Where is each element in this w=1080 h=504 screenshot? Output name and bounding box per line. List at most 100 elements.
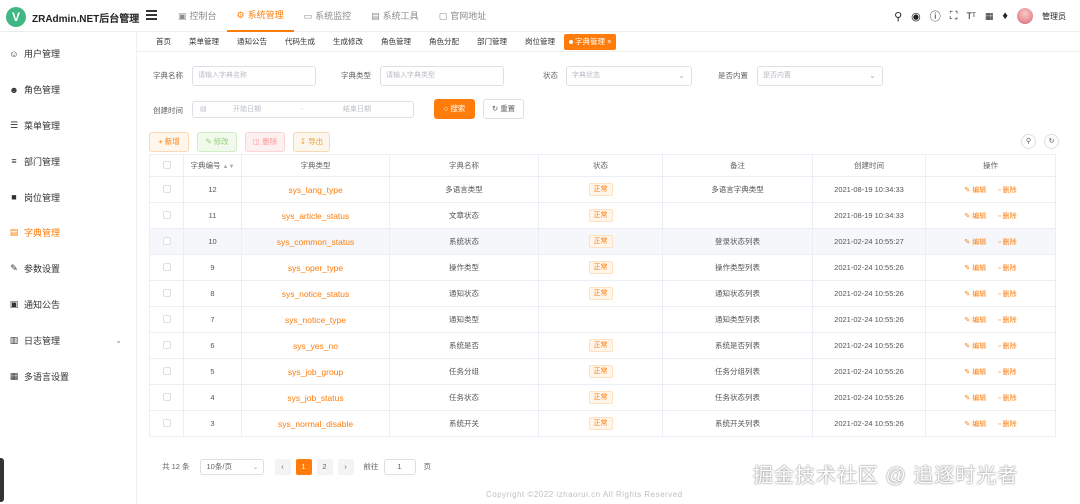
row-edit-button[interactable]: ✎ 编辑: [964, 239, 986, 246]
builtin-select[interactable]: 是否内置 ⌄: [757, 66, 883, 86]
sidebar-item-0[interactable]: ☺ 用户管理: [0, 36, 136, 72]
search-button[interactable]: ○ 搜索: [434, 99, 475, 119]
toggle-search-button[interactable]: ⚲: [1021, 134, 1036, 149]
github-icon[interactable]: ◉: [911, 10, 921, 23]
sidebar-item-6[interactable]: ✎ 参数设置: [0, 251, 136, 287]
help-icon[interactable]: ⓘ: [930, 8, 941, 24]
row-delete-button[interactable]: ▫ 删除: [998, 213, 1016, 220]
top-nav-item-2[interactable]: ▭ 系统监控: [294, 0, 362, 32]
table-row[interactable]: 9 sys_oper_type 操作类型 正常 操作类型列表 2021-02-24 10:…: [149, 254, 1056, 281]
top-nav-item-3[interactable]: ▤ 系统工具: [361, 0, 429, 32]
row-checkbox[interactable]: [149, 202, 184, 229]
row-checkbox[interactable]: [149, 228, 184, 255]
table-row[interactable]: 6 sys_yes_no 系统是否 正常 系统是否列表 2021-02-24 10:55:…: [149, 332, 1056, 359]
cell-type-link[interactable]: sys_yes_no: [241, 332, 390, 359]
sidebar-item-8[interactable]: ▥ 日志管理 ⌄: [0, 322, 136, 358]
cell-type-link[interactable]: sys_article_status: [241, 202, 390, 229]
row-delete-button[interactable]: ▫ 删除: [998, 187, 1016, 194]
sidebar-item-4[interactable]: ■ 岗位管理: [0, 179, 136, 215]
page-size-select[interactable]: 10条/页 ⌄: [199, 458, 264, 475]
end-date-input[interactable]: 结束日期: [343, 102, 371, 117]
cell-type-link[interactable]: sys_job_status: [241, 384, 390, 411]
tag-0[interactable]: 首页: [147, 34, 180, 50]
table-row[interactable]: 3 sys_normal_disable 系统开关 正常 系统开关列表 2021-02-2…: [149, 410, 1056, 437]
table-row[interactable]: 7 sys_notice_type 通知类型 通知类型列表 2021-02-24 10:…: [149, 306, 1056, 333]
sidebar-item-1[interactable]: ☻ 角色管理: [0, 72, 136, 108]
row-edit-button[interactable]: ✎ 编辑: [964, 421, 986, 428]
sidebar-item-5[interactable]: ▤ 字典管理: [0, 215, 136, 251]
page-1-button[interactable]: 1: [295, 458, 312, 475]
sidebar-item-3[interactable]: ≡ 部门管理: [0, 143, 136, 179]
add-button[interactable]: + 新增: [149, 132, 189, 152]
tag-3[interactable]: 代码生成: [276, 34, 324, 50]
start-date-input[interactable]: 开始日期: [233, 102, 261, 117]
delete-button[interactable]: ◫ 删除: [245, 132, 285, 152]
translate-icon[interactable]: ▦: [985, 11, 994, 22]
next-page-button[interactable]: ›: [337, 458, 354, 475]
dict-type-link[interactable]: sys_lang_type: [288, 185, 342, 195]
tag-6[interactable]: 角色分配: [420, 34, 468, 50]
row-edit-button[interactable]: ✎ 编辑: [964, 187, 986, 194]
edit-button[interactable]: ✎ 修改: [197, 132, 237, 152]
bell-icon[interactable]: ♦: [1002, 10, 1008, 22]
sort-icon[interactable]: ▲▼: [223, 164, 235, 170]
dict-type-link[interactable]: sys_job_status: [287, 393, 343, 403]
dict-type-link[interactable]: sys_article_status: [282, 211, 350, 221]
col-dict-id[interactable]: 字典编号 ▲▼: [183, 154, 242, 177]
dict-type-input[interactable]: 请输入字典类型: [380, 66, 504, 86]
row-edit-button[interactable]: ✎ 编辑: [964, 265, 986, 272]
refresh-button[interactable]: ↻: [1044, 134, 1059, 149]
table-row[interactable]: 8 sys_notice_status 通知状态 正常 通知状态列表 2021-02-24…: [149, 280, 1056, 307]
cell-type-link[interactable]: sys_oper_type: [241, 254, 390, 281]
prev-page-button[interactable]: ‹: [274, 458, 291, 475]
date-range-picker[interactable]: ▤ 开始日期 - 结束日期: [192, 101, 414, 118]
goto-page-input[interactable]: 1: [383, 458, 416, 475]
top-nav-item-4[interactable]: ▢ 官网地址: [429, 0, 497, 32]
sidebar-item-2[interactable]: ☰ 菜单管理: [0, 108, 136, 144]
cell-type-link[interactable]: sys_notice_type: [241, 306, 390, 333]
row-edit-button[interactable]: ✎ 编辑: [964, 395, 986, 402]
row-edit-button[interactable]: ✎ 编辑: [964, 343, 986, 350]
tag-1[interactable]: 菜单管理: [180, 34, 228, 50]
dict-type-link[interactable]: sys_notice_type: [285, 315, 346, 325]
row-checkbox[interactable]: [149, 280, 184, 307]
cell-type-link[interactable]: sys_lang_type: [241, 176, 390, 203]
export-button[interactable]: ↧ 导出: [293, 132, 330, 152]
table-row[interactable]: 10 sys_common_status 系统状态 正常 登录状态列表 2021-02-2…: [149, 228, 1056, 255]
page-2-button[interactable]: 2: [316, 458, 333, 475]
side-handle[interactable]: [0, 458, 4, 502]
row-checkbox[interactable]: [149, 358, 184, 385]
app-logo[interactable]: V: [6, 7, 26, 27]
table-row[interactable]: 4 sys_job_status 任务状态 正常 任务状态列表 2021-02-24 10…: [149, 384, 1056, 411]
cell-type-link[interactable]: sys_notice_status: [241, 280, 390, 307]
close-icon[interactable]: ×: [605, 37, 611, 46]
dict-type-link[interactable]: sys_yes_no: [293, 341, 338, 351]
user-name[interactable]: 管理员: [1042, 11, 1066, 22]
sidebar-item-7[interactable]: ▣ 通知公告: [0, 287, 136, 323]
row-checkbox[interactable]: [149, 176, 184, 203]
row-edit-button[interactable]: ✎ 编辑: [964, 213, 986, 220]
cell-type-link[interactable]: sys_common_status: [241, 228, 390, 255]
tag-2[interactable]: 通知公告: [228, 34, 276, 50]
avatar[interactable]: [1017, 8, 1033, 24]
row-delete-button[interactable]: ▫ 删除: [998, 421, 1016, 428]
row-edit-button[interactable]: ✎ 编辑: [964, 369, 986, 376]
row-checkbox[interactable]: [149, 410, 184, 437]
table-row[interactable]: 12 sys_lang_type 多语言类型 正常 多语言字典类型 2021-08-19 …: [149, 176, 1056, 203]
dict-type-link[interactable]: sys_notice_status: [282, 289, 350, 299]
tag-8[interactable]: 岗位管理: [516, 34, 564, 50]
table-row[interactable]: 11 sys_article_status 文章状态 正常 2021-08-19 10:…: [149, 202, 1056, 229]
row-edit-button[interactable]: ✎ 编辑: [964, 291, 986, 298]
dict-type-link[interactable]: sys_oper_type: [288, 263, 343, 273]
tag-7[interactable]: 部门管理: [468, 34, 516, 50]
search-icon[interactable]: ⚲: [894, 10, 902, 23]
cell-type-link[interactable]: sys_normal_disable: [241, 410, 390, 437]
sidebar-item-9[interactable]: ▦ 多语言设置: [0, 358, 136, 394]
row-checkbox[interactable]: [149, 384, 184, 411]
dict-name-input[interactable]: 请输入字典名称: [192, 66, 316, 86]
row-edit-button[interactable]: ✎ 编辑: [964, 317, 986, 324]
dict-type-link[interactable]: sys_job_group: [288, 367, 343, 377]
top-nav-item-1[interactable]: ⚙ 系统管理: [226, 0, 294, 32]
reset-button[interactable]: ↻ 重置: [483, 99, 524, 119]
select-all-checkbox[interactable]: [149, 154, 184, 177]
